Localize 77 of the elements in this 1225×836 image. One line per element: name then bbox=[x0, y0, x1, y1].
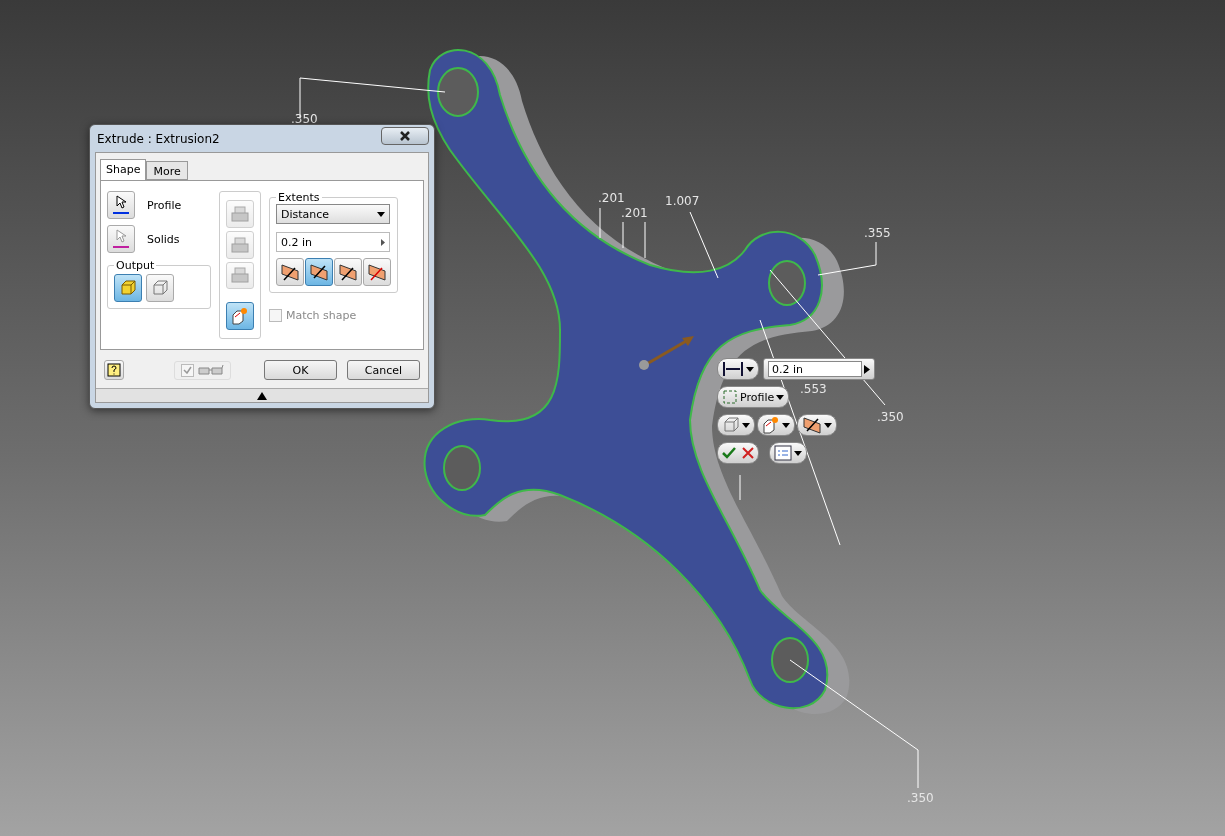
selection-icon bbox=[722, 389, 738, 405]
block-icon bbox=[231, 267, 249, 284]
ok-button[interactable]: OK bbox=[264, 360, 337, 380]
cube-icon bbox=[151, 279, 169, 297]
new-solid-button[interactable] bbox=[226, 302, 254, 330]
direction-button[interactable] bbox=[334, 258, 362, 286]
output-label: Output bbox=[115, 259, 156, 272]
tab[interactable]: Shape bbox=[100, 159, 147, 180]
list-icon bbox=[774, 445, 792, 461]
direction-button[interactable] bbox=[276, 258, 304, 286]
tab[interactable]: More bbox=[146, 161, 188, 180]
direction-icon bbox=[280, 262, 300, 282]
dimension-label: .350 bbox=[907, 791, 934, 805]
checkmark-icon[interactable] bbox=[722, 447, 736, 459]
caret-icon bbox=[776, 394, 785, 400]
preview-toggle[interactable] bbox=[174, 360, 231, 380]
triangle-icon bbox=[257, 391, 267, 400]
distance-input-field[interactable]: 0.2 in bbox=[763, 358, 875, 380]
profile-label: Profile bbox=[147, 198, 182, 212]
distance-type-button[interactable] bbox=[717, 358, 759, 380]
help-icon bbox=[107, 363, 121, 377]
caret-icon bbox=[742, 422, 750, 428]
close-icon[interactable] bbox=[742, 447, 754, 459]
caret-icon bbox=[824, 422, 832, 428]
checkmark-icon bbox=[183, 366, 192, 374]
cube-icon bbox=[119, 279, 137, 297]
leader-line bbox=[739, 474, 741, 501]
caret-icon bbox=[794, 450, 802, 456]
leader-line bbox=[622, 221, 624, 249]
leader-line bbox=[599, 207, 601, 239]
distance-field[interactable]: 0.2 in bbox=[276, 232, 390, 252]
cursor-icon bbox=[111, 194, 131, 216]
block-icon bbox=[231, 205, 249, 222]
caret-icon bbox=[746, 366, 754, 372]
direction-icon bbox=[802, 415, 822, 435]
caret-icon bbox=[377, 211, 385, 217]
new-solid-dropdown-button[interactable] bbox=[757, 414, 795, 436]
dimension-label: .201 bbox=[621, 206, 648, 220]
solid-output-button[interactable] bbox=[114, 274, 142, 302]
new-solid-icon bbox=[762, 416, 780, 434]
direction-button[interactable] bbox=[363, 258, 391, 286]
leader-line bbox=[644, 221, 646, 259]
cube-icon bbox=[722, 416, 740, 434]
dimension-label: 1.007 bbox=[665, 194, 700, 208]
direction-button[interactable] bbox=[305, 258, 333, 286]
extents-dropdown[interactable]: Distance bbox=[276, 204, 390, 224]
direction-icon bbox=[309, 262, 329, 282]
dimension-icon bbox=[722, 361, 744, 377]
cursor-icon bbox=[111, 228, 131, 250]
close-icon bbox=[400, 130, 410, 141]
leader-line bbox=[689, 211, 719, 279]
direction-arrow-icon bbox=[639, 336, 694, 370]
new-solid-icon bbox=[231, 307, 249, 326]
dimension-label: .355 bbox=[864, 226, 891, 240]
output-button[interactable] bbox=[717, 414, 755, 436]
spin-arrow-icon bbox=[381, 238, 385, 246]
direction-dropdown-button[interactable] bbox=[797, 414, 837, 436]
block-icon bbox=[231, 236, 249, 253]
caret-icon bbox=[782, 422, 790, 428]
dimension-label: .350 bbox=[291, 112, 318, 126]
extents-label: Extents bbox=[277, 191, 321, 204]
profile-select-button[interactable] bbox=[107, 191, 135, 219]
profile-button[interactable]: Profile bbox=[717, 386, 790, 408]
glasses-icon bbox=[198, 364, 224, 376]
solids-label: Solids bbox=[147, 232, 180, 246]
play-arrow-icon bbox=[864, 364, 870, 374]
direction-icon bbox=[338, 262, 358, 282]
window-title: Extrude : Extrusion2 bbox=[96, 131, 220, 146]
help-button[interactable] bbox=[104, 360, 124, 380]
solids-select-button[interactable] bbox=[107, 225, 135, 253]
dimension-label: .553 bbox=[800, 382, 827, 396]
close-button[interactable] bbox=[381, 126, 429, 145]
dimension-label: .350 bbox=[877, 410, 904, 424]
options-button[interactable] bbox=[769, 442, 807, 464]
cancel-button[interactable]: Cancel bbox=[347, 360, 420, 380]
direction-icon bbox=[367, 262, 387, 282]
dimension-label: .201 bbox=[598, 191, 625, 205]
